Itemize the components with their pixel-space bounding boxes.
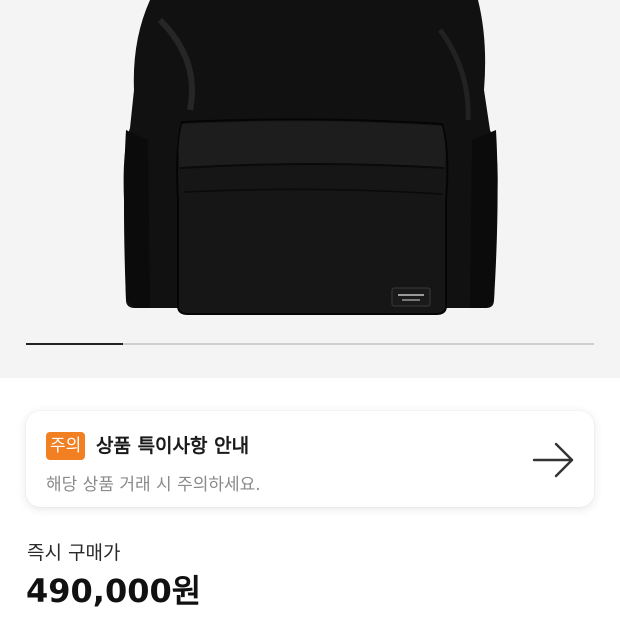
notice-description: 해당 상품 거래 시 주의하세요. [46, 475, 261, 495]
backpack-image [123, 0, 498, 315]
caution-badge: 주의 [46, 432, 86, 460]
product-page: 주의 상품 특이사항 안내 해당 상품 거래 시 주의하세요. 즉시 구매가 4… [0, 0, 620, 620]
instant-buy-price: 490,000원 [26, 572, 202, 610]
product-image-gallery[interactable] [0, 0, 620, 378]
product-notice-card[interactable]: 주의 상품 특이사항 안내 해당 상품 거래 시 주의하세요. [26, 411, 594, 507]
instant-buy-price-label: 즉시 구매가 [27, 542, 121, 564]
gallery-progress-indicator [26, 343, 123, 345]
notice-title: 상품 특이사항 안내 [96, 435, 250, 457]
arrow-right-icon[interactable] [532, 441, 576, 479]
gallery-progress-track [26, 343, 594, 345]
